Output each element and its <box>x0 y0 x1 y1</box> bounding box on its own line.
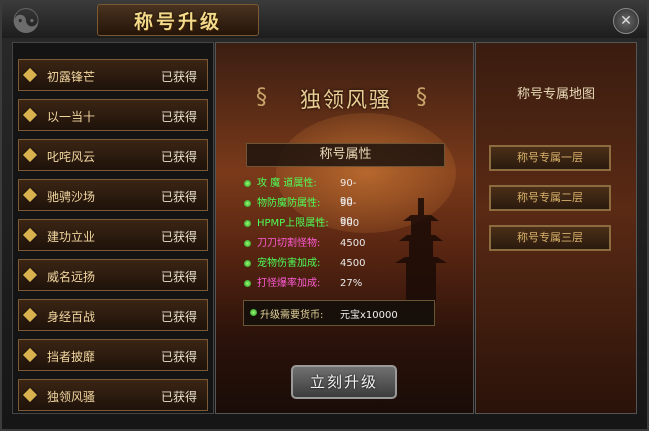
green-gem-icon <box>244 259 251 267</box>
title-banner: 独领风骚 <box>300 88 392 112</box>
attribute-value: 4500 <box>340 238 366 249</box>
title-status: 已获得 <box>160 190 197 204</box>
title-row[interactable]: 挡者披靡 已获得 <box>18 339 208 371</box>
green-gem-icon <box>244 179 251 187</box>
attribute-value: 900 <box>340 218 360 229</box>
title-name: 挡者披靡 <box>47 350 96 364</box>
exclusive-maps-panel: 称号专属地图 称号专属一层 称号专属二层 称号专属三层 <box>475 42 637 414</box>
title-row[interactable]: 叱咤风云 已获得 <box>18 139 208 171</box>
title-row[interactable]: 身经百战 已获得 <box>18 299 208 331</box>
title-status: 已获得 <box>160 350 197 364</box>
diamond-bullet-icon <box>22 387 38 403</box>
title-list: 初露锋芒 已获得 以一当十 已获得 叱咤风云 已获得 驰骋沙场 已获得 建功立业 已获得 … <box>12 42 214 414</box>
title-name: 独领风骚 <box>47 390 96 404</box>
upgrade-cost: 升级需要货币: 元宝x10000 <box>243 300 435 326</box>
attribute-value: 4500 <box>340 258 366 269</box>
attribute-row: HPMP上限属性: 900 <box>244 215 359 233</box>
title-status: 已获得 <box>160 70 197 84</box>
attributes-header: 称号属性 <box>246 143 445 167</box>
title-name: 威名远扬 <box>47 270 96 284</box>
pagoda-silhouette-icon <box>395 198 447 303</box>
diamond-bullet-icon <box>22 307 38 323</box>
title-status: 已获得 <box>160 310 197 324</box>
title-status: 已获得 <box>160 150 197 164</box>
title-upgrade-window: ☯ 称号升级 ✕ 初露锋芒 已获得 以一当十 已获得 叱咤风云 已获得 驰骋沙场 已获得… <box>0 0 649 431</box>
title-row[interactable]: 初露锋芒 已获得 <box>18 59 208 91</box>
title-name: 初露锋芒 <box>47 70 96 84</box>
diamond-bullet-icon <box>22 67 38 83</box>
green-gem-icon <box>244 239 251 247</box>
attribute-value: 27% <box>340 278 363 289</box>
title-row[interactable]: 威名远扬 已获得 <box>18 259 208 291</box>
map-floor-2-button[interactable]: 称号专属二层 <box>489 185 611 211</box>
close-icon: ✕ <box>620 13 632 29</box>
maps-title: 称号专属地图 <box>516 87 595 102</box>
attribute-row: 打怪爆率加成: 27% <box>244 275 362 293</box>
diamond-bullet-icon <box>22 227 38 243</box>
window-title: 称号升级 <box>133 11 222 33</box>
attribute-label: 打怪爆率加成: <box>257 278 321 289</box>
title-plate: 称号升级 <box>97 4 259 36</box>
title-name: 叱咤风云 <box>47 150 96 164</box>
title-status: 已获得 <box>160 390 197 404</box>
cost-label: 升级需要货币: <box>260 310 324 321</box>
attribute-label: 宠物伤害加成: <box>257 258 321 269</box>
title-row[interactable]: 以一当十 已获得 <box>18 99 208 131</box>
title-status: 已获得 <box>160 110 197 124</box>
green-gem-icon <box>250 309 257 316</box>
attribute-row: 刀刀切割怪物: 4500 <box>244 235 365 253</box>
title-name: 驰骋沙场 <box>47 190 96 204</box>
diamond-bullet-icon <box>22 347 38 363</box>
attribute-label: 物防魔防属性: <box>257 198 321 209</box>
swirl-ornament-icon: § <box>416 85 427 110</box>
map-floor-1-button[interactable]: 称号专属一层 <box>489 145 611 171</box>
diamond-bullet-icon <box>22 267 38 283</box>
cost-value: 元宝x10000 <box>340 310 398 321</box>
green-gem-icon <box>244 199 251 207</box>
title-row[interactable]: 驰骋沙场 已获得 <box>18 179 208 211</box>
title-detail-panel: § 独领风骚 § 称号属性 攻 魔 道属性: 90-90 物防魔防属性: 90-90… <box>215 42 474 414</box>
title-name: 身经百战 <box>47 310 96 324</box>
attribute-row: 攻 魔 道属性: 90-90 <box>244 175 356 207</box>
title-row[interactable]: 独领风骚 已获得 <box>18 379 208 411</box>
title-row[interactable]: 建功立业 已获得 <box>18 219 208 251</box>
title-name: 建功立业 <box>47 230 96 244</box>
green-gem-icon <box>244 279 251 287</box>
attribute-row: 宠物伤害加成: 4500 <box>244 255 365 273</box>
title-name: 以一当十 <box>47 110 96 124</box>
close-button[interactable]: ✕ <box>613 8 639 34</box>
diamond-bullet-icon <box>22 107 38 123</box>
attribute-label: 攻 魔 道属性: <box>257 178 317 189</box>
title-status: 已获得 <box>160 270 197 284</box>
upgrade-now-button[interactable]: 立刻升级 <box>291 365 397 399</box>
diamond-bullet-icon <box>22 187 38 203</box>
title-status: 已获得 <box>160 230 197 244</box>
window-title-bar: ☯ 称号升级 ✕ <box>2 2 647 42</box>
green-gem-icon <box>244 219 251 227</box>
attribute-row: 物防魔防属性: 90-90 <box>244 195 356 227</box>
attribute-label: HPMP上限属性: <box>257 218 329 229</box>
diamond-bullet-icon <box>22 147 38 163</box>
dragon-ornament-icon: ☯ <box>10 2 42 42</box>
map-floor-3-button[interactable]: 称号专属三层 <box>489 225 611 251</box>
attribute-label: 刀刀切割怪物: <box>257 238 321 249</box>
